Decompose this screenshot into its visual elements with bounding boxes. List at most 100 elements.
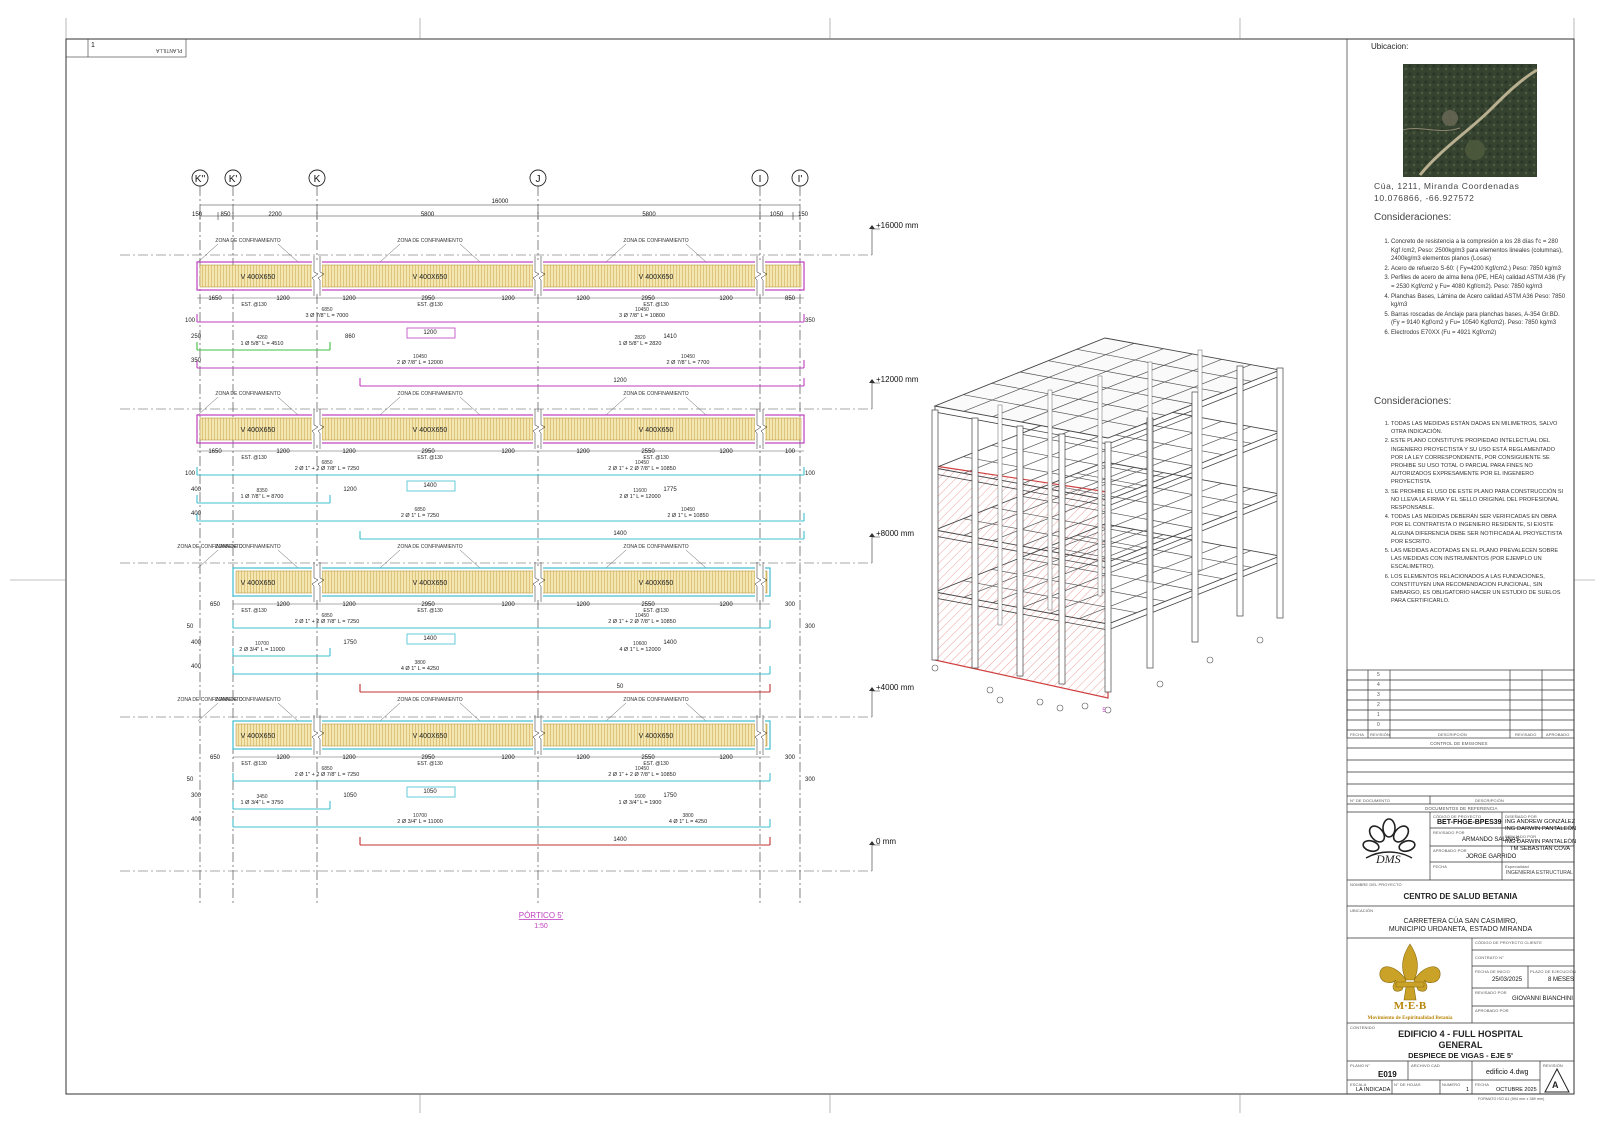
zone-label: ZONA DE CONFINAMIENTO [623,544,688,550]
dim-mark: 1400 [613,531,627,537]
drawing-title: PÓRTICO 5' [519,911,564,920]
consideration-item: LOS ELEMENTOS RELACIONADOS A LAS FUNDACI… [1391,573,1567,606]
zone-label: ZONA DE CONFINAMIENTO [397,391,462,397]
zone-leader [277,702,299,722]
beam-label: V 400X650 [639,427,674,434]
rebar-label: 3 Ø 7/8" L = 10800 [619,313,665,319]
beam-dim-text: 1200 [276,449,290,455]
beam-dim-text: 1200 [576,296,590,302]
level-arrow [869,379,875,383]
archivo-value: edificio 4.dwg [1486,1069,1529,1076]
location-line-2: 10.076866, -66.927572 [1374,193,1475,203]
beam-dim-text: 300 [785,755,796,761]
zone-leader [197,396,219,416]
back-column [1147,361,1153,583]
beam-label: V 400X650 [639,733,674,740]
dms-logo: DMS [1352,814,1426,876]
axis-label: I [759,174,762,185]
rebar-label: 2 Ø 7/8" L = 12000 [397,360,443,366]
zone-label: ZONA DE CONFINAMIENTO [177,697,242,703]
zone-label: ZONA DE CONFINAMIENTO [623,391,688,397]
rebar-label: 2 Ø 1" + 2 Ø 7/8" L = 7250 [295,772,360,778]
level-label: 0 mm [876,837,896,846]
zone-leader [277,549,299,569]
level-leader [871,844,880,871]
zone-leader [379,396,401,416]
beam-dim-text: 1200 [576,602,590,608]
fecha2-value: OCTUBRE 2025 [1496,1087,1537,1093]
back-column [1097,375,1103,597]
back-column [1047,389,1053,611]
beam-dim-text: 1200 [576,449,590,455]
level-leader [871,228,880,255]
dim-mark: 50 [187,624,194,630]
beam-dim-text: 1200 [342,602,356,608]
emis-h-descripcion: DESCRIPCIÓN [1438,732,1467,737]
footing-mark [986,686,994,694]
column-gap [312,566,322,598]
rebar-label: 1 Ø 7/8" L = 8700 [241,494,284,500]
beam-dim-text: 1200 [719,755,733,761]
column [1236,365,1244,617]
rebar-label: 2 Ø 1" + 2 Ø 7/8" L = 7250 [295,619,360,625]
beam-label: V 400X650 [639,274,674,281]
dim-mark: 350 [191,358,202,364]
beam-body [199,417,802,441]
sheet-outer-border [65,38,1575,1095]
column-gap [755,719,765,751]
column [1276,367,1284,619]
dim-mark: 1400 [423,636,437,642]
beam-dim-text: 650 [210,755,221,761]
fecha2-label: FECHA [1475,1082,1490,1087]
beam-dim-text: 1200 [719,296,733,302]
emission-row-number: 1 [1377,712,1380,718]
disenado-1: ING ANDREW GONZÁLEZ [1505,819,1576,825]
dim-mark: 300 [805,777,816,783]
zone-leader [605,549,627,569]
level-leader [871,536,880,563]
consideration-item: Perfiles de acero de alma llena (IPE, HE… [1391,274,1567,291]
especialidad-value: INGENIERIA ESTRUCTURAL [1506,870,1573,876]
footing-mark [1206,656,1214,664]
beam-dim-text: 1200 [342,755,356,761]
contenido-line-1: EDIFICIO 4 - FULL HOSPITAL [1398,1029,1523,1039]
zone-label: ZONA DE CONFINAMIENTO [397,544,462,550]
beam-dim-text: 650 [210,602,221,608]
zone-leader [685,549,707,569]
zone-leader [685,702,707,722]
revision-label: REVISIÓN [1543,1063,1563,1068]
column-gap [533,719,543,751]
level-arrow [869,841,875,845]
beam-label: V 400X650 [639,580,674,587]
beam-0: ZONA DE CONFINAMIENTO ZONA DE CONFINAMIEN… [185,238,816,387]
axis-label: I' [798,174,803,185]
footing-mark [1036,698,1044,706]
dim-mark: 300 [805,624,816,630]
beam-dim-text: 1200 [576,755,590,761]
span-dim-text: 2200 [268,212,282,218]
stirrup-label: EST. @130 [241,761,267,767]
codigo-value: BET-FHGE-BPES39 [1437,819,1502,826]
dim-mark: 1750 [343,640,357,646]
footing-mark [996,696,1004,704]
zone-label: ZONA DE CONFINAMIENTO [215,238,280,244]
desc-label: DESCRIPCIÓN [1475,798,1504,803]
rebar-label: 2 Ø 1" + 2 Ø 7/8" L = 7250 [295,466,360,472]
beam-label: V 400X650 [241,580,276,587]
dim-mark: 350 [805,318,816,324]
back-column [997,404,1003,626]
beam-dim-text: 100 [785,449,796,455]
consideration-item: Concreto de resistencia a la compresión … [1391,238,1567,264]
dim-mark: 1400 [613,837,627,843]
zone-leader [605,396,627,416]
stirrup-label: EST. @130 [241,302,267,308]
axis-label: K [314,174,321,185]
zone-label: ZONA DE CONFINAMIENTO [623,697,688,703]
disenado-2: ING DARWIN PANTALEÓN [1505,826,1577,832]
contrato-label: CONTRATO N° [1475,955,1504,960]
dim-mark: 1200 [423,330,437,336]
rebar-label: 1 Ø 3/4" L = 1900 [619,800,662,806]
level-label: +4000 mm [876,683,914,692]
formato-note: FORMATO ISO A1 (594 mm x 389 mm) [1478,1097,1545,1101]
aprobado-label: APROBADO POR [1433,848,1467,853]
